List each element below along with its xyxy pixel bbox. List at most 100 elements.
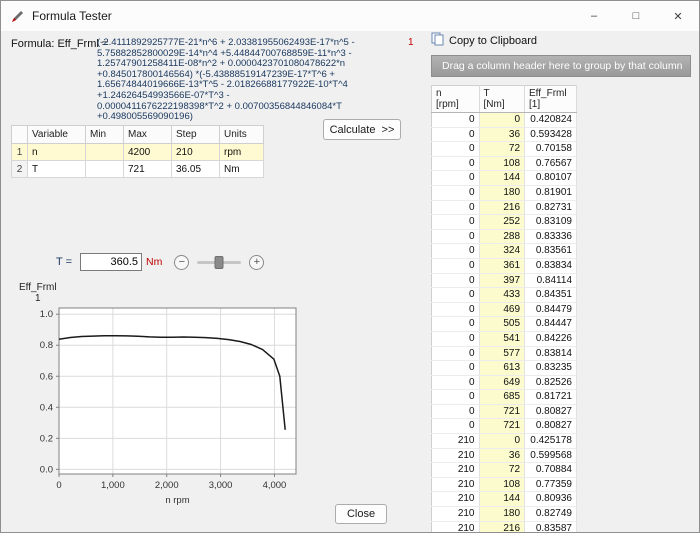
t-cell: 577 — [479, 346, 525, 361]
step-cell[interactable]: 210 — [172, 144, 220, 161]
units-cell[interactable]: Nm — [220, 161, 264, 178]
col-header-rownum — [12, 126, 28, 144]
increment-button[interactable]: + — [249, 255, 264, 270]
t-cell: 433 — [479, 288, 525, 303]
eff-cell: 0.425178 — [525, 434, 577, 449]
maximize-button[interactable]: □ — [615, 1, 657, 31]
result-row[interactable]: 02880.83336 — [432, 229, 577, 244]
result-row[interactable]: 0360.593428 — [432, 127, 577, 142]
result-row[interactable]: 02160.82731 — [432, 200, 577, 215]
result-row[interactable]: 210360.599568 — [432, 448, 577, 463]
t-cell: 216 — [479, 521, 525, 533]
result-row[interactable]: 210720.70884 — [432, 463, 577, 478]
svg-text:n rpm: n rpm — [165, 495, 189, 506]
eff-cell: 0.76567 — [525, 156, 577, 171]
close-window-button[interactable]: ✕ — [657, 1, 699, 31]
copy-to-clipboard-button[interactable]: Copy to Clipboard — [431, 32, 537, 49]
result-row[interactable]: 0720.70158 — [432, 142, 577, 157]
row-number-cell: 2 — [12, 161, 28, 178]
eff-cell: 0.84447 — [525, 317, 577, 332]
eff-cell: 0.82749 — [525, 507, 577, 522]
group-by-panel[interactable]: Drag a column header here to group by th… — [431, 55, 691, 77]
result-row[interactable]: 03970.84114 — [432, 273, 577, 288]
n-cell: 0 — [432, 258, 480, 273]
eff-cell: 0.83834 — [525, 258, 577, 273]
result-row[interactable]: 2102160.83587 — [432, 521, 577, 533]
result-row[interactable]: 06130.83235 — [432, 361, 577, 376]
eff-cell: 0.77359 — [525, 477, 577, 492]
t-cell: 72 — [479, 142, 525, 157]
result-row[interactable]: 03610.83834 — [432, 258, 577, 273]
close-button[interactable]: Close — [335, 504, 387, 524]
eff-cell: 0.420824 — [525, 113, 577, 128]
t-cell: 505 — [479, 317, 525, 332]
units-cell[interactable]: rpm — [220, 144, 264, 161]
variables-table-body: 1n 4200210rpm 2T 72136.05Nm — [12, 144, 264, 178]
max-cell[interactable]: 721 — [124, 161, 172, 178]
formula-line: (-2.4111892925777E-21*n^6 + 2.0338195506… — [97, 38, 409, 49]
result-row[interactable]: 05050.84447 — [432, 317, 577, 332]
t-cell: 0 — [479, 434, 525, 449]
decrement-button[interactable]: − — [174, 255, 189, 270]
n-cell: 0 — [432, 317, 480, 332]
result-row[interactable]: 02520.83109 — [432, 215, 577, 230]
result-row[interactable]: 21000.425178 — [432, 434, 577, 449]
result-row[interactable]: 2101080.77359 — [432, 477, 577, 492]
result-row[interactable]: 06490.82526 — [432, 375, 577, 390]
t-cell: 685 — [479, 390, 525, 405]
chart-y-axis-title: Eff_Frml 1 — [19, 282, 57, 304]
result-row[interactable]: 07210.80827 — [432, 419, 577, 434]
eff-cell: 0.84226 — [525, 331, 577, 346]
min-cell[interactable] — [86, 161, 124, 178]
result-row[interactable]: 05410.84226 — [432, 331, 577, 346]
n-cell: 0 — [432, 171, 480, 186]
result-row[interactable]: 06850.81721 — [432, 390, 577, 405]
t-cell: 216 — [479, 200, 525, 215]
variable-row[interactable]: 2T 72136.05Nm — [12, 161, 264, 178]
n-cell: 0 — [432, 229, 480, 244]
t-slider-track[interactable] — [197, 261, 241, 264]
svg-text:3,000: 3,000 — [209, 480, 233, 491]
n-cell: 210 — [432, 521, 480, 533]
eff-cell: 0.83561 — [525, 244, 577, 259]
variable-name-cell[interactable]: T — [28, 161, 86, 178]
variable-row[interactable]: 1n 4200210rpm — [12, 144, 264, 161]
slider-thumb[interactable] — [215, 256, 224, 269]
step-cell[interactable]: 36.05 — [172, 161, 220, 178]
result-row[interactable]: 01440.80107 — [432, 171, 577, 186]
result-row[interactable]: 2101440.80936 — [432, 492, 577, 507]
min-cell[interactable] — [86, 144, 124, 161]
result-row[interactable]: 04690.84479 — [432, 302, 577, 317]
n-cell: 0 — [432, 156, 480, 171]
variable-name-cell[interactable]: n — [28, 144, 86, 161]
result-row[interactable]: 07210.80827 — [432, 404, 577, 419]
col-header-step: Step — [172, 126, 220, 144]
result-row[interactable]: 01080.76567 — [432, 156, 577, 171]
eff-cell: 0.84351 — [525, 288, 577, 303]
n-cell: 0 — [432, 288, 480, 303]
calculate-button[interactable]: Calculate >> — [323, 119, 401, 140]
n-cell: 210 — [432, 507, 480, 522]
svg-text:0.0: 0.0 — [40, 464, 53, 475]
max-cell[interactable]: 4200 — [124, 144, 172, 161]
t-cell: 649 — [479, 375, 525, 390]
row-number-cell: 1 — [12, 144, 28, 161]
col-header-variable: Variable — [28, 126, 86, 144]
minimize-button[interactable]: – — [573, 1, 615, 31]
results-col-header-eff[interactable]: Eff_Frml [1] — [525, 86, 577, 113]
result-row[interactable]: 000.420824 — [432, 113, 577, 128]
chart-plot: 01,0002,0003,0004,0000.00.20.40.60.81.0n… — [19, 303, 329, 508]
results-col-header-t[interactable]: T [Nm] — [479, 86, 525, 113]
t-cell: 361 — [479, 258, 525, 273]
titlebar: Formula Tester – □ ✕ — [1, 1, 699, 31]
svg-text:0: 0 — [56, 480, 61, 491]
result-row[interactable]: 04330.84351 — [432, 288, 577, 303]
result-row[interactable]: 01800.81901 — [432, 185, 577, 200]
t-cell: 397 — [479, 273, 525, 288]
results-col-header-n[interactable]: n [rpm] — [432, 86, 480, 113]
slider-row: T = Nm − + — [56, 253, 264, 271]
t-value-input[interactable] — [80, 253, 142, 271]
result-row[interactable]: 2101800.82749 — [432, 507, 577, 522]
result-row[interactable]: 05770.83814 — [432, 346, 577, 361]
result-row[interactable]: 03240.83561 — [432, 244, 577, 259]
